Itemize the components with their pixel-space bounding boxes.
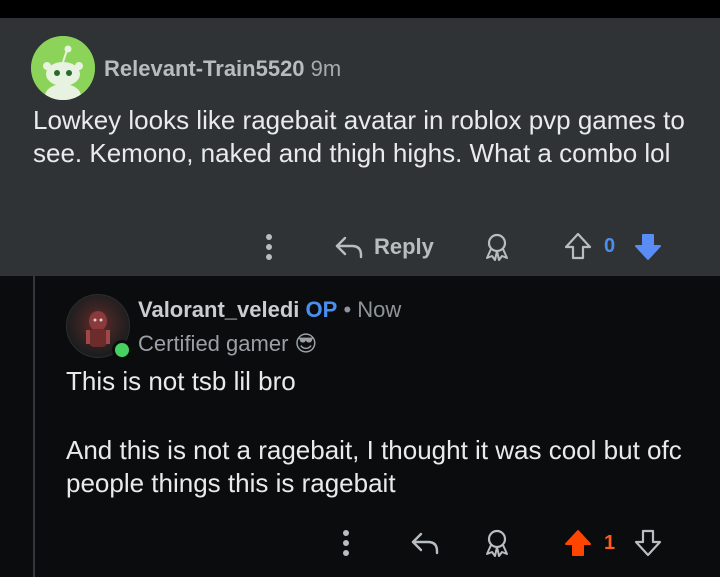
award-icon[interactable] [482, 232, 512, 262]
username[interactable]: Relevant-Train5520 [104, 56, 305, 81]
sunglasses-emoji-icon: 😎 [294, 331, 318, 356]
score: 1 [604, 532, 616, 554]
reply-label: Reply [374, 234, 434, 259]
flair-text: Certified gamer [138, 331, 289, 356]
user-flair: Certified gamer 😎 [138, 331, 317, 357]
downvote-icon[interactable] [633, 232, 663, 262]
separator: • [343, 297, 352, 322]
comment-actions: Reply 0 [0, 226, 720, 266]
award-icon[interactable] [482, 528, 512, 558]
username[interactable]: Valorant_veledi [138, 297, 299, 322]
comment-actions: 1 [0, 524, 720, 564]
op-badge: OP [305, 297, 338, 322]
reply-button[interactable]: Reply [334, 232, 434, 262]
avatar[interactable] [31, 36, 95, 100]
snoo-avatar-icon [31, 36, 95, 100]
timestamp: 9m [310, 56, 342, 81]
downvote-icon[interactable] [633, 528, 663, 558]
upvote-icon[interactable] [563, 231, 593, 261]
comment-header: Relevant-Train5520 9m [104, 56, 341, 82]
comment-header: Valorant_veledi OP • Now [138, 297, 401, 323]
reply-arrow-icon [335, 236, 363, 259]
reply-arrow-icon[interactable] [410, 530, 440, 556]
more-options-icon[interactable] [342, 530, 350, 560]
comment-body: And this is not a ragebait, I thought it… [66, 435, 682, 498]
top-status-strip [0, 0, 720, 18]
score: 0 [604, 235, 616, 257]
timestamp: Now [357, 297, 402, 322]
upvote-icon[interactable] [563, 528, 593, 558]
online-status-indicator [112, 340, 132, 360]
more-options-icon[interactable] [265, 234, 273, 264]
comment-body: Lowkey looks like ragebait avatar in rob… [33, 105, 685, 168]
comment-body: This is not tsb lil bro [66, 366, 296, 396]
